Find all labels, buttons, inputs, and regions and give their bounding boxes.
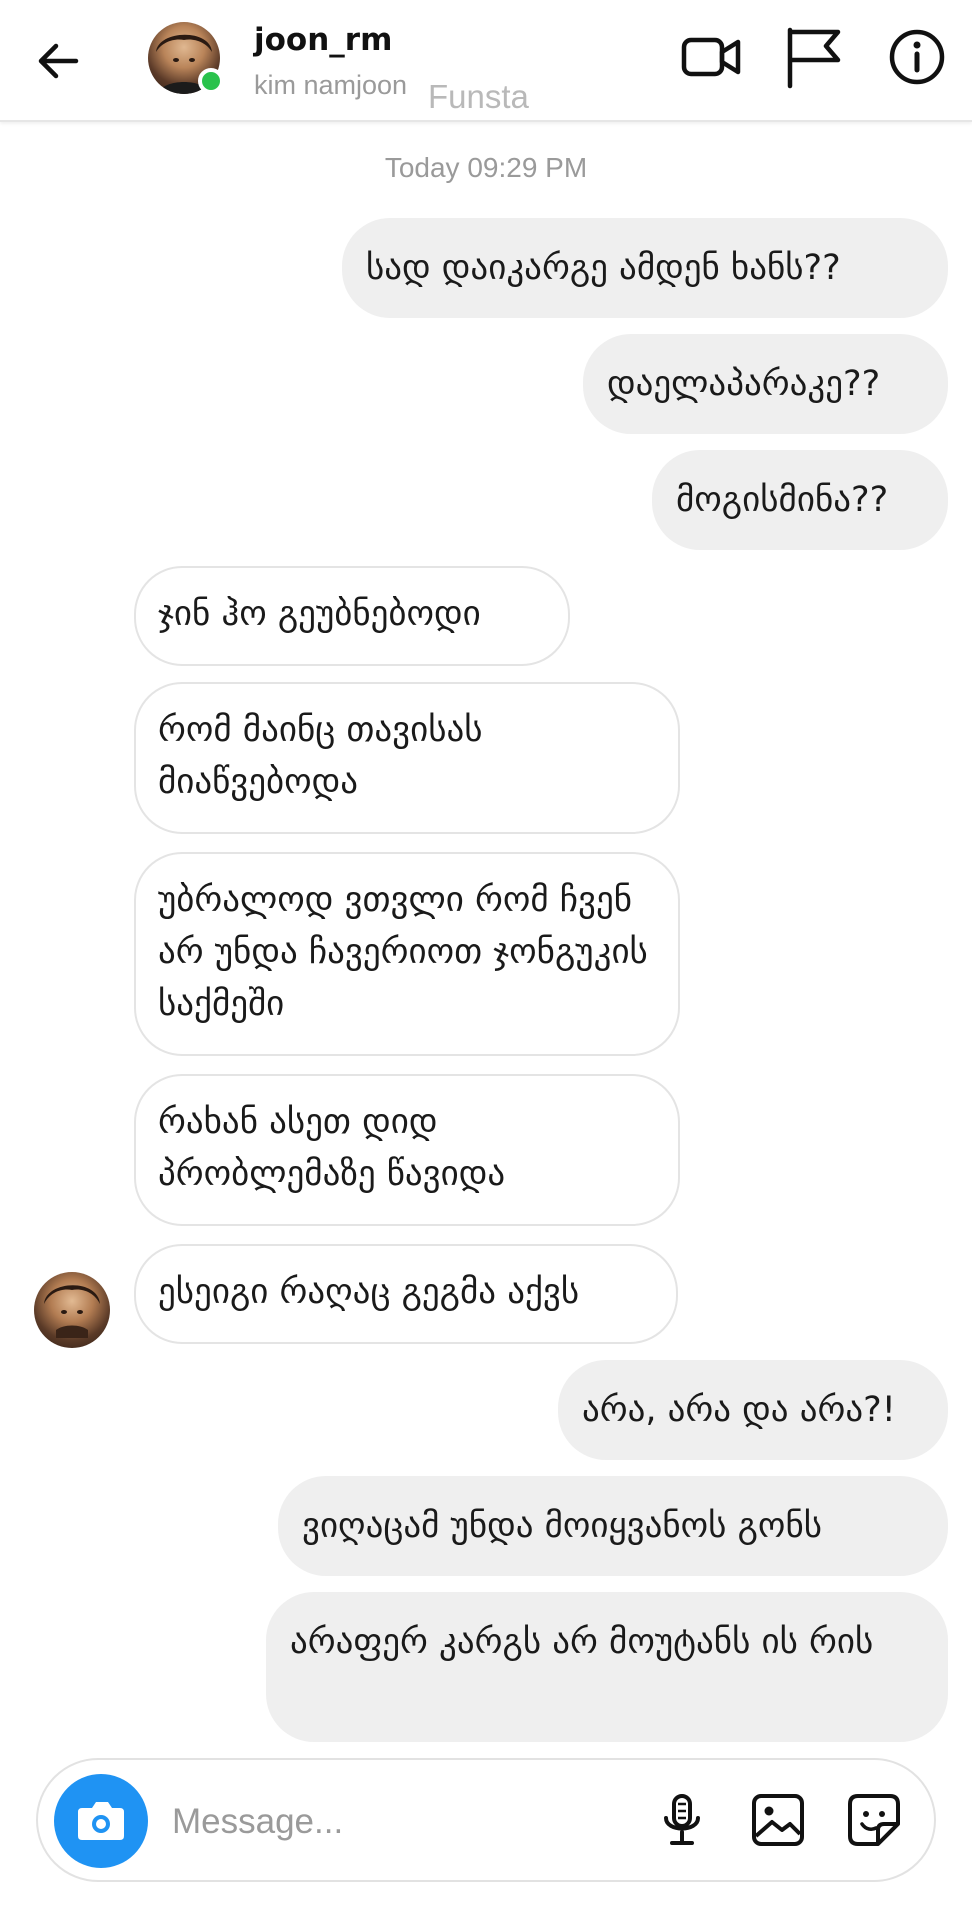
- received-message-bubble[interactable]: რახან ასეთ დიდ პრობლემაზე წავიდა: [134, 1074, 680, 1226]
- sent-message-bubble[interactable]: მოგისმინა??: [652, 450, 948, 550]
- received-message-bubble[interactable]: რომ მაინც თავისას მიაწვებოდა: [134, 682, 680, 834]
- camera-button[interactable]: [54, 1774, 148, 1868]
- microphone-icon[interactable]: [652, 1790, 712, 1850]
- sent-message-bubble[interactable]: ვიღაცამ უნდა მოიყვანოს გონს: [278, 1476, 948, 1576]
- chat-full-name: kim namjoon: [254, 70, 408, 100]
- chat-username[interactable]: joon_rm: [254, 22, 392, 58]
- received-message-bubble[interactable]: უბრალოდ ვთვლი რომ ჩვენ არ უნდა ჩავერიოთ …: [134, 852, 680, 1056]
- sticker-icon[interactable]: [844, 1790, 904, 1850]
- info-icon[interactable]: [884, 24, 950, 90]
- sent-message-bubble[interactable]: სად დაიკარგე ამდენ ხანს??: [342, 218, 948, 318]
- video-camera-icon[interactable]: [678, 24, 744, 90]
- flag-icon[interactable]: [780, 24, 846, 90]
- sent-message-bubble[interactable]: არა, არა და არა?!: [558, 1360, 948, 1460]
- sent-message-bubble[interactable]: არაფერ კარგს არ მოუტანს ის რის: [266, 1592, 948, 1742]
- watermark-text: Funsta: [428, 78, 529, 115]
- camera-icon: [78, 1802, 124, 1840]
- conversation-timestamp: Today 09:29 PM: [384, 152, 588, 183]
- online-status-dot: [198, 68, 224, 94]
- back-arrow-icon[interactable]: [30, 32, 88, 90]
- chat-header: joon_rm kim namjoon Funsta: [0, 0, 972, 122]
- sent-message-bubble[interactable]: დაელაპარაკე??: [583, 334, 948, 434]
- message-composer: [36, 1758, 936, 1882]
- received-message-bubble[interactable]: ესეიგი რაღაც გეგმა აქვს: [134, 1244, 678, 1344]
- received-message-bubble[interactable]: ჯინ ჰო გეუბნებოდი: [134, 566, 570, 666]
- gallery-icon[interactable]: [748, 1790, 808, 1850]
- message-input[interactable]: [170, 1786, 554, 1858]
- profile-avatar[interactable]: [148, 22, 224, 94]
- sender-avatar[interactable]: [34, 1272, 110, 1348]
